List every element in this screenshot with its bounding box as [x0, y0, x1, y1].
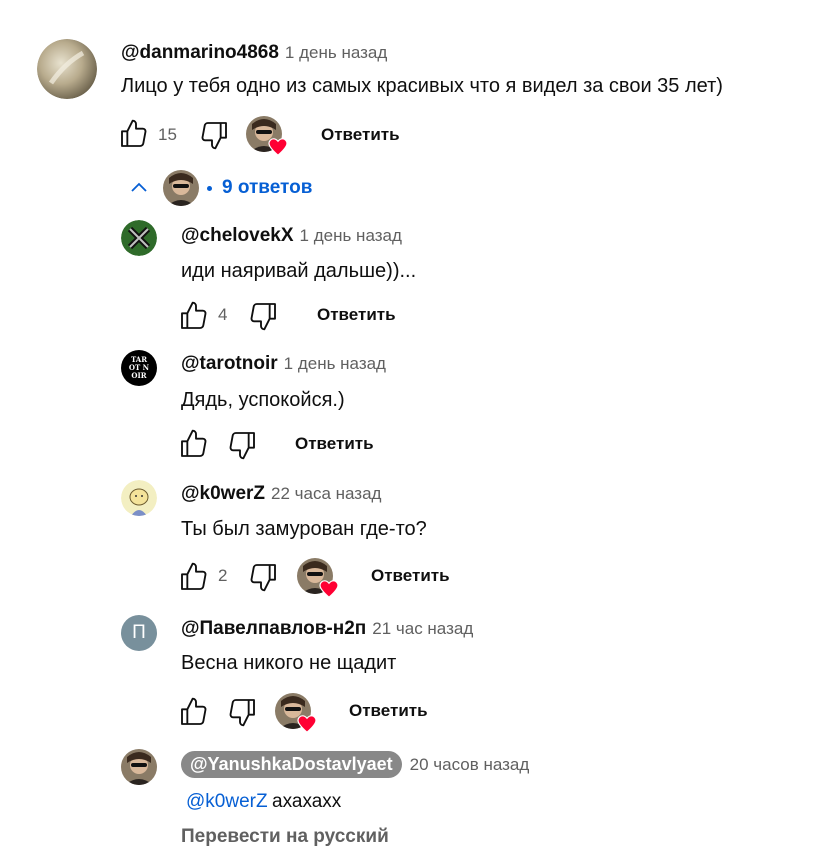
thumb-up-icon: [181, 697, 207, 725]
like-button[interactable]: [178, 561, 210, 593]
author-name[interactable]: @k0werZ: [181, 483, 265, 505]
reply-button[interactable]: Ответить: [371, 566, 450, 586]
avatar-text: TAROT NOIR: [128, 355, 150, 380]
like-button[interactable]: [178, 428, 210, 460]
reply-text: @k0werZ ахахахх: [186, 791, 341, 813]
chevron-up-icon: [131, 182, 147, 192]
reply-header: @Павелпавлов-н2п 21 час назад: [181, 618, 473, 640]
author-avatar[interactable]: П: [121, 615, 157, 651]
comment-time[interactable]: 21 час назад: [372, 619, 473, 639]
like-button[interactable]: [178, 300, 210, 332]
reply-header: @chelovekX 1 день назад: [181, 225, 402, 247]
reply-button[interactable]: Ответить: [321, 125, 400, 145]
dislike-button[interactable]: [247, 300, 279, 332]
author-avatar[interactable]: [37, 39, 97, 99]
comment-time[interactable]: 1 день назад: [285, 43, 387, 63]
author-avatar[interactable]: [121, 220, 157, 256]
thumb-up-icon: [181, 429, 207, 457]
author-name[interactable]: @danmarino4868: [121, 42, 279, 64]
creator-heart: [297, 558, 339, 598]
reply-button[interactable]: Ответить: [295, 434, 374, 454]
dislike-button[interactable]: [226, 429, 258, 461]
author-avatar[interactable]: [121, 480, 157, 516]
like-count: 2: [218, 566, 228, 585]
heart-icon: [297, 715, 317, 733]
reply-button[interactable]: Ответить: [317, 305, 396, 325]
mention-link[interactable]: @k0werZ: [186, 791, 268, 812]
dislike-button[interactable]: [198, 119, 230, 151]
dislike-button[interactable]: [247, 561, 279, 593]
thumb-down-icon: [250, 564, 276, 592]
creator-heart: [275, 693, 317, 733]
author-name[interactable]: @tarotnoir: [181, 353, 278, 375]
reply-body: ахахахх: [272, 791, 342, 812]
thumb-up-icon: [121, 119, 147, 147]
author-avatar[interactable]: [121, 749, 157, 785]
dot-separator: [207, 185, 212, 191]
heart-icon: [319, 580, 339, 598]
creator-name-chip[interactable]: @YanushkaDostavlyaet: [181, 751, 402, 778]
replies-toggle[interactable]: 9 ответов: [127, 170, 312, 206]
reply-text: иди наяривай дальше))...: [181, 260, 417, 282]
reply-header: @tarotnoir 1 день назад: [181, 353, 386, 375]
reply-header: @YanushkaDostavlyaet 20 часов назад: [181, 751, 529, 778]
thumb-up-icon: [181, 301, 207, 329]
comment-header: @danmarino4868 1 день назад: [121, 42, 387, 64]
author-avatar[interactable]: TAROT NOIR: [121, 350, 157, 386]
avatar-letter: П: [132, 622, 146, 643]
heart-icon: [268, 138, 288, 156]
reply-text: Ты был замурован где-то?: [181, 518, 427, 540]
creator-avatar-small: [163, 170, 199, 206]
dislike-button[interactable]: [226, 696, 258, 728]
like-button[interactable]: [118, 118, 150, 150]
comment-time[interactable]: 1 день назад: [300, 226, 402, 246]
creator-heart: [246, 116, 288, 156]
reply-header: @k0werZ 22 часа назад: [181, 483, 381, 505]
comment-time[interactable]: 22 часа назад: [271, 484, 381, 504]
thumb-down-icon: [229, 432, 255, 460]
replies-count: 9 ответов: [222, 177, 313, 198]
reply-text: Весна никого не щадит: [181, 652, 397, 674]
comment-time[interactable]: 20 часов назад: [410, 755, 530, 775]
thumb-down-icon: [201, 122, 227, 150]
thumb-down-icon: [229, 699, 255, 727]
translate-button[interactable]: Перевести на русский: [181, 826, 389, 848]
author-name[interactable]: @Павелпавлов-н2п: [181, 618, 366, 640]
comment-time[interactable]: 1 день назад: [284, 354, 386, 374]
like-button[interactable]: [178, 696, 210, 728]
comment-text: Лицо у тебя одно из самых красивых что я…: [121, 75, 723, 97]
thumb-up-icon: [181, 562, 207, 590]
reply-button[interactable]: Ответить: [349, 701, 428, 721]
thumb-down-icon: [250, 303, 276, 331]
author-name[interactable]: @chelovekX: [181, 225, 294, 247]
like-count: 4: [218, 305, 228, 324]
reply-text: Дядь, успокойся.): [181, 389, 345, 411]
like-count: 15: [158, 125, 177, 144]
